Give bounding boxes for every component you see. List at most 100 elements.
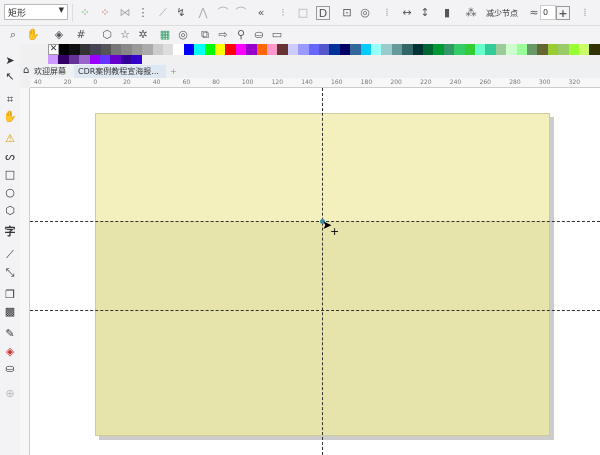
ellipse-tool-icon[interactable]: ○ bbox=[3, 186, 17, 200]
reflect-horizontal-icon[interactable]: ↔ bbox=[400, 6, 414, 20]
spiral-icon[interactable]: ◎ bbox=[176, 28, 190, 42]
smoothness-input[interactable]: 0 bbox=[540, 5, 556, 20]
drawing-canvas[interactable]: ➤ + bbox=[30, 88, 600, 455]
zoom-tool-icon[interactable]: ✋ bbox=[3, 110, 17, 124]
color-swatch[interactable] bbox=[111, 44, 122, 55]
reflect-vertical-icon[interactable]: ↕ bbox=[418, 6, 432, 20]
text-tool-icon[interactable]: 字 bbox=[3, 225, 17, 239]
color-swatch[interactable] bbox=[183, 44, 195, 55]
color-swatch[interactable] bbox=[350, 44, 362, 55]
color-swatch[interactable] bbox=[267, 44, 278, 55]
color-swatch[interactable] bbox=[173, 44, 185, 55]
color-swatch[interactable] bbox=[495, 44, 507, 55]
graph-paper-icon[interactable]: ▦ bbox=[158, 28, 172, 42]
add-node-icon[interactable]: ⁘ bbox=[78, 6, 92, 20]
vertical-guideline[interactable] bbox=[322, 88, 323, 455]
polygon-icon[interactable]: ⬡ bbox=[100, 28, 114, 42]
interactive-fill-icon[interactable]: ◈ bbox=[3, 345, 17, 359]
smart-fill-icon[interactable]: ◈ bbox=[52, 28, 66, 42]
break-curve-icon[interactable]: ⋮ bbox=[136, 6, 150, 20]
smart-fill-tool-icon[interactable]: ⛀ bbox=[3, 362, 17, 376]
star-icon[interactable]: ☆ bbox=[118, 28, 132, 42]
color-swatch[interactable] bbox=[464, 44, 476, 55]
color-swatch[interactable] bbox=[381, 44, 393, 55]
reverse-direction-icon[interactable]: « bbox=[254, 6, 268, 20]
color-swatch[interactable] bbox=[79, 44, 91, 55]
add-tool-icon[interactable]: ⊕ bbox=[3, 387, 17, 401]
color-swatch[interactable] bbox=[277, 44, 289, 55]
color-swatch[interactable] bbox=[339, 44, 351, 55]
transparency-icon[interactable]: ▩ bbox=[3, 305, 17, 319]
color-swatch[interactable] bbox=[90, 44, 102, 55]
connector-tool-icon[interactable]: ⤡ bbox=[3, 266, 17, 280]
color-swatch[interactable] bbox=[527, 44, 538, 55]
arrow-shapes-icon[interactable]: ⇨ bbox=[216, 28, 230, 42]
color-swatch[interactable] bbox=[329, 44, 341, 55]
smooth-icon[interactable]: ⌒ bbox=[216, 6, 230, 20]
color-swatch[interactable] bbox=[547, 44, 559, 55]
tab-welcome[interactable]: 欢迎屏幕 bbox=[30, 65, 70, 78]
color-swatch[interactable] bbox=[256, 44, 268, 55]
color-swatch[interactable] bbox=[360, 44, 372, 55]
vertical-ruler[interactable] bbox=[20, 88, 30, 455]
color-swatch[interactable] bbox=[579, 44, 590, 55]
banner-icon[interactable]: ⛀ bbox=[252, 28, 266, 42]
horizontal-guideline[interactable] bbox=[30, 310, 600, 311]
delete-node-icon[interactable]: ⁘ bbox=[98, 6, 112, 20]
color-swatch[interactable] bbox=[100, 44, 112, 55]
flowchart-icon[interactable]: ⚲ bbox=[234, 28, 248, 42]
to-line-icon[interactable]: ⟋ bbox=[156, 6, 170, 20]
color-swatch[interactable] bbox=[423, 44, 434, 55]
freehand-tool-icon[interactable]: ⚠ bbox=[3, 132, 17, 146]
complex-star-icon[interactable]: ✲ bbox=[136, 28, 150, 42]
color-swatch[interactable] bbox=[537, 44, 549, 55]
color-swatch[interactable] bbox=[194, 44, 206, 55]
scatter-nodes-icon[interactable]: ⁂ bbox=[464, 6, 478, 20]
no-color-swatch[interactable]: ✕ bbox=[48, 44, 59, 55]
color-swatch[interactable] bbox=[308, 44, 320, 55]
home-icon[interactable]: ⌂ bbox=[23, 65, 29, 76]
color-swatch[interactable] bbox=[215, 44, 226, 55]
select-all-nodes-icon[interactable]: ⁞ bbox=[380, 6, 394, 20]
color-swatch[interactable] bbox=[246, 44, 258, 55]
symmetric-icon[interactable]: ⌒ bbox=[234, 6, 248, 20]
extend-curve-icon[interactable]: ⁝ bbox=[276, 6, 290, 20]
color-swatch[interactable] bbox=[152, 44, 164, 55]
color-swatch[interactable] bbox=[69, 44, 81, 55]
color-swatch[interactable] bbox=[121, 44, 133, 55]
color-swatch[interactable] bbox=[319, 44, 330, 55]
reduce-nodes-button[interactable]: 减少节点 bbox=[486, 8, 518, 19]
zoom-icon[interactable]: ⌕ bbox=[6, 28, 20, 42]
color-swatch[interactable] bbox=[391, 44, 403, 55]
color-swatch[interactable] bbox=[163, 44, 174, 55]
dimension-tool-icon[interactable]: ⟋ bbox=[3, 248, 17, 262]
tab-document[interactable]: CDR案例教程宣海报... bbox=[74, 65, 166, 78]
grid-icon[interactable]: # bbox=[74, 28, 88, 42]
color-swatch[interactable] bbox=[485, 44, 497, 55]
join-nodes-icon[interactable]: ⋈ bbox=[118, 6, 132, 20]
color-swatch[interactable] bbox=[475, 44, 486, 55]
pick-tool-icon[interactable]: ➤ bbox=[3, 54, 17, 68]
color-swatch[interactable] bbox=[454, 44, 466, 55]
color-swatch[interactable] bbox=[287, 44, 299, 55]
callout-icon[interactable]: ▭ bbox=[270, 28, 284, 42]
color-swatch[interactable] bbox=[568, 44, 580, 55]
shape-type-dropdown[interactable]: 矩形 ▼ bbox=[4, 4, 68, 20]
extract-subpath-icon[interactable]: ⊡ bbox=[340, 6, 354, 20]
color-swatch[interactable] bbox=[433, 44, 445, 55]
color-swatch[interactable] bbox=[402, 44, 414, 55]
horizontal-guideline[interactable] bbox=[30, 221, 600, 222]
elastic-mode-icon[interactable]: ◎ bbox=[358, 6, 372, 20]
rectangle-tool-icon[interactable]: □ bbox=[3, 168, 17, 182]
artistic-media-icon[interactable]: ᔕ bbox=[3, 150, 17, 164]
color-swatch[interactable] bbox=[131, 44, 143, 55]
color-swatch[interactable] bbox=[59, 44, 70, 55]
color-swatch[interactable] bbox=[371, 44, 382, 55]
crop-tool-icon[interactable]: ⌗ bbox=[3, 93, 17, 107]
close-path-icon[interactable]: D bbox=[316, 6, 330, 20]
color-swatch[interactable] bbox=[443, 44, 455, 55]
basic-shapes-icon[interactable]: ⧉ bbox=[198, 28, 212, 42]
options-icon[interactable]: ⁞ bbox=[578, 6, 592, 20]
color-swatch[interactable] bbox=[235, 44, 247, 55]
color-swatch[interactable] bbox=[204, 44, 216, 55]
